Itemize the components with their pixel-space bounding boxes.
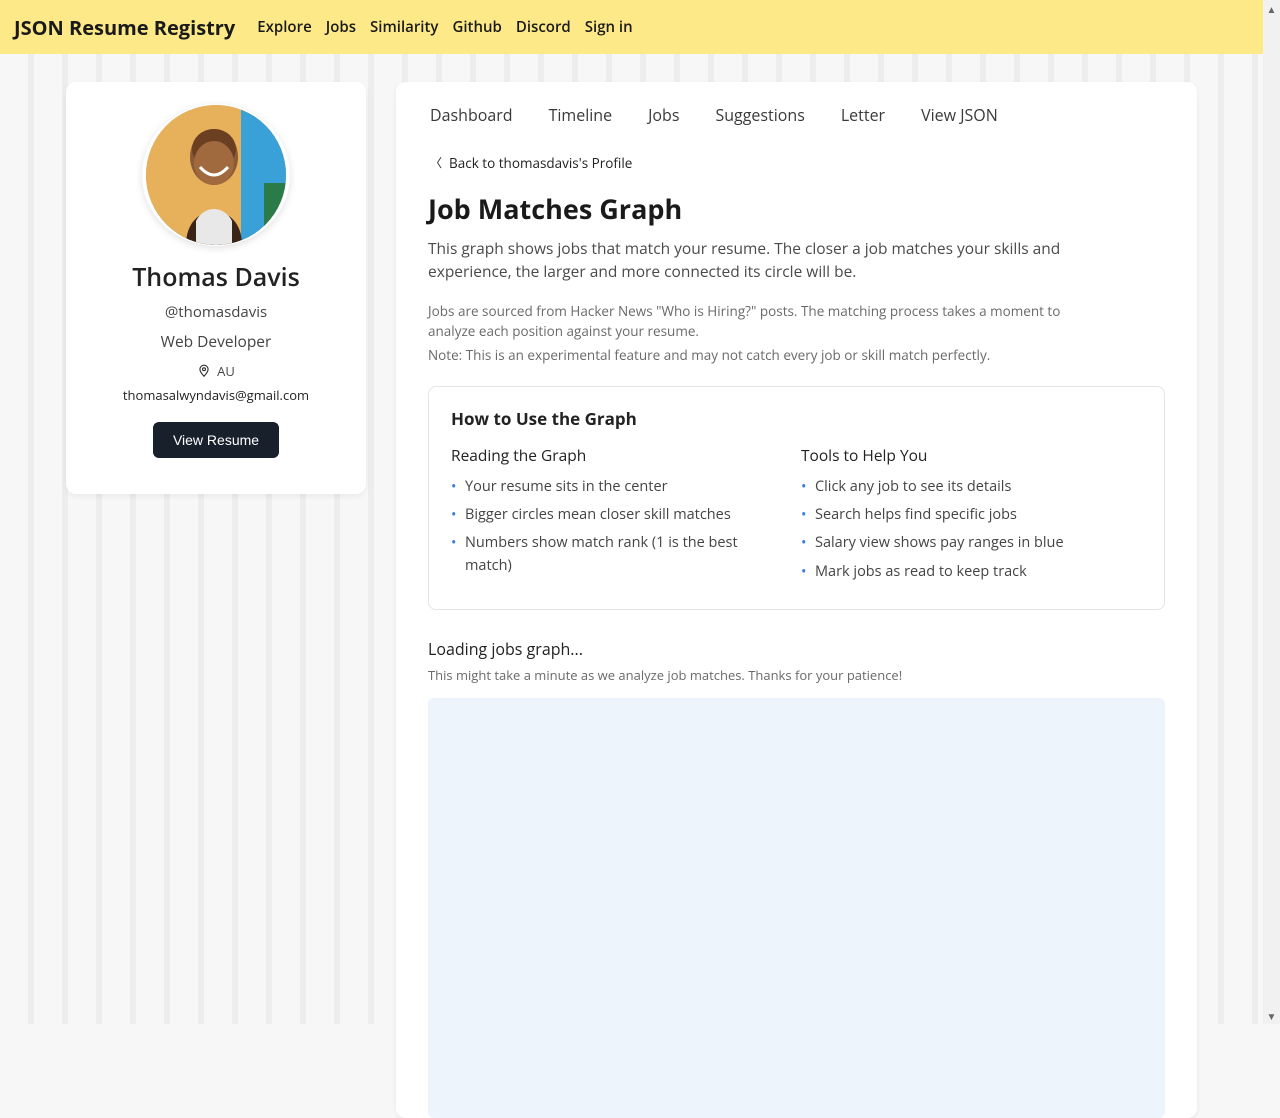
top-nav: Explore Jobs Similarity Github Discord S… [257,17,632,37]
avatar-ring [142,104,290,246]
subnav-suggestions[interactable]: Suggestions [715,104,804,126]
main-column: Dashboard Timeline Jobs Suggestions Lett… [396,82,1197,1118]
topnav-signin[interactable]: Sign in [585,17,633,37]
loading-title: Loading jobs graph... [428,638,1165,660]
brand-title[interactable]: JSON Resume Registry [14,14,235,41]
list-item: Your resume sits in the center [451,476,741,498]
sub-nav: Dashboard Timeline Jobs Suggestions Lett… [428,104,1165,126]
scrollbar-up-arrow[interactable]: ▲ [1263,0,1280,17]
profile-card: Thomas Davis @thomasdavis Web Developer … [66,82,366,494]
topnav-github[interactable]: Github [452,17,501,37]
subnav-jobs[interactable]: Jobs [648,104,679,126]
view-resume-button[interactable]: View Resume [153,422,279,458]
tools-to-help-heading: Tools to Help You [801,444,1064,466]
list-item: Mark jobs as read to keep track [801,561,1064,583]
page-intro: This graph shows jobs that match your re… [428,237,1068,284]
subnav-viewjson[interactable]: View JSON [921,104,998,126]
reading-the-graph-column: Reading the Graph Your resume sits in th… [451,444,741,590]
experimental-note: Note: This is an experimental feature an… [428,346,1165,364]
tools-to-help-column: Tools to Help You Click any job to see i… [801,444,1064,590]
topnav-explore[interactable]: Explore [257,17,311,37]
subnav-timeline[interactable]: Timeline [549,104,613,126]
subnav-dashboard[interactable]: Dashboard [430,104,513,126]
profile-location-row: AU [197,362,235,380]
graph-placeholder [428,698,1165,1118]
list-item: Salary view shows pay ranges in blue [801,532,1064,554]
avatar [146,105,286,245]
list-item: Bigger circles mean closer skill matches [451,504,741,526]
how-to-use-panel: How to Use the Graph Reading the Graph Y… [428,386,1165,611]
profile-handle[interactable]: @thomasdavis [165,302,267,322]
list-item: Numbers show match rank (1 is the best m… [451,532,741,577]
page-layout: Thomas Davis @thomasdavis Web Developer … [0,54,1263,1118]
back-link-label: Back to thomasdavis's Profile [449,154,632,172]
vertical-scrollbar[interactable]: ▲ ▼ [1263,0,1280,1024]
how-to-use-title: How to Use the Graph [451,407,1142,430]
profile-name: Thomas Davis [132,260,300,294]
source-note: Jobs are sourced from Hacker News "Who i… [428,301,1108,342]
topnav-discord[interactable]: Discord [516,17,571,37]
topnav-jobs[interactable]: Jobs [326,17,356,37]
profile-role: Web Developer [161,330,272,352]
top-bar: JSON Resume Registry Explore Jobs Simila… [0,0,1280,54]
profile-email[interactable]: thomasalwyndavis@gmail.com [123,386,309,404]
back-link[interactable]: 〈 Back to thomasdavis's Profile [430,154,632,172]
list-item: Search helps find specific jobs [801,504,1064,526]
subnav-letter[interactable]: Letter [841,104,885,126]
chevron-left-icon: 〈 [430,154,442,171]
scrollbar-down-arrow[interactable]: ▼ [1263,1007,1280,1024]
page-title: Job Matches Graph [428,190,1165,227]
profile-location: AU [217,362,235,380]
location-pin-icon [197,364,211,378]
loading-subtitle: This might take a minute as we analyze j… [428,666,1165,684]
topnav-similarity[interactable]: Similarity [370,17,438,37]
list-item: Click any job to see its details [801,476,1064,498]
reading-the-graph-heading: Reading the Graph [451,444,741,466]
